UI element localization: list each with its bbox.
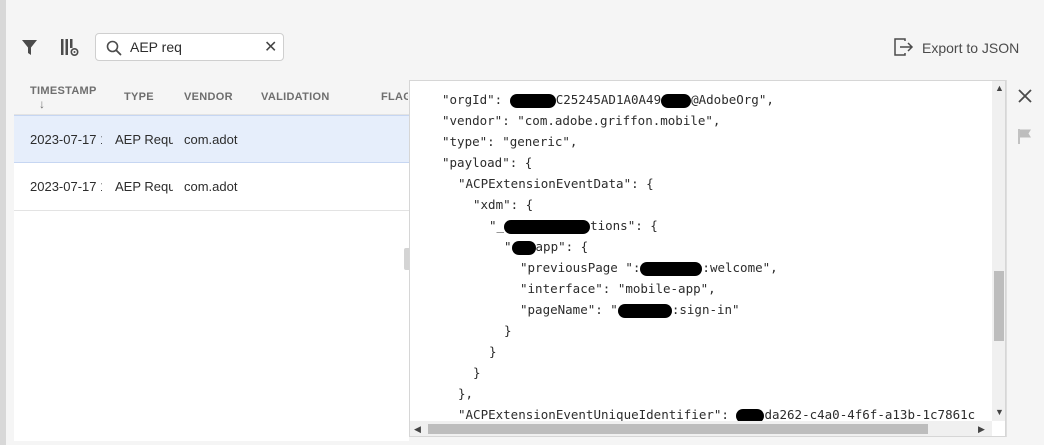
scroll-up-arrow-icon[interactable]: ▲ (995, 83, 1004, 93)
json-line: "ACPExtensionEventData": { (458, 176, 654, 191)
close-icon[interactable] (1017, 88, 1033, 109)
cell-vendor: com.adot (184, 132, 238, 147)
cell-type: AEP Requ (115, 132, 173, 147)
json-line: "interface": "mobile-app", (520, 281, 716, 296)
export-to-json-button[interactable]: Export to JSON (894, 37, 1020, 59)
cell-timestamp: 2023-07-17 1 (30, 179, 102, 194)
horizontal-scroll-thumb[interactable] (428, 424, 928, 434)
json-line: "vendor": "com.adobe.griffon.mobile", (442, 113, 721, 128)
json-line: "xdm": { (473, 197, 534, 212)
redacted-mark (509, 93, 556, 108)
column-settings-icon[interactable] (60, 38, 80, 62)
window-left-edge (0, 0, 6, 445)
vertical-scroll-thumb[interactable] (994, 271, 1004, 341)
filter-icon[interactable] (21, 39, 38, 61)
events-table: 2023-07-17 1 AEP Requ com.adot 2023-07-1… (14, 114, 409, 441)
table-row[interactable]: 2023-07-17 1 AEP Requ com.adot (14, 115, 409, 163)
sort-descending-icon: ↓ (39, 97, 46, 111)
column-header-timestamp[interactable]: TIMESTAMP (30, 85, 97, 97)
export-label: Export to JSON (922, 40, 1020, 56)
json-line: } (489, 344, 497, 359)
redacted-mark (504, 219, 591, 234)
search-input[interactable] (130, 37, 250, 57)
json-line: }, (458, 386, 474, 401)
search-field[interactable]: ✕ (95, 33, 284, 61)
json-line: "type": "generic", (442, 134, 578, 149)
column-header-vendor[interactable]: VENDOR (184, 91, 233, 103)
column-header-flag[interactable]: FLAG (381, 91, 408, 103)
scroll-down-arrow-icon[interactable]: ▼ (995, 407, 1004, 417)
export-icon (894, 37, 914, 59)
table-row[interactable]: 2023-07-17 1 AEP Requ com.adot (14, 163, 409, 211)
clear-search-icon[interactable]: ✕ (264, 37, 277, 57)
redacted-mark (640, 261, 703, 276)
json-viewer: "orgId": C25245AD1A0A49 @AdobeOrg", "vend… (410, 81, 990, 421)
cell-vendor: com.adot (184, 179, 238, 194)
search-icon (106, 40, 122, 61)
json-line: "payload": { (442, 155, 533, 170)
redacted-mark (617, 303, 672, 318)
redacted-mark (661, 93, 692, 108)
flag-icon[interactable] (1017, 128, 1033, 150)
json-line: } (504, 323, 512, 338)
scroll-right-arrow-icon[interactable]: ▶ (978, 424, 985, 435)
redacted-mark (511, 240, 536, 255)
horizontal-scrollbar[interactable]: ◀ ▶ (410, 421, 992, 436)
json-line: "orgId": C25245AD1A0A49 @AdobeOrg", (442, 92, 774, 108)
json-line: "_ tions": { (489, 218, 658, 234)
json-line: " app": { (504, 239, 589, 255)
json-line: "pageName": ":sign-in" (520, 302, 740, 318)
column-header-type[interactable]: TYPE (124, 91, 154, 103)
column-header-validation[interactable]: VALIDATION (261, 91, 330, 103)
scroll-left-arrow-icon[interactable]: ◀ (414, 424, 421, 435)
json-line: "ACPExtensionEventUniqueIdentifier": da2… (458, 407, 976, 421)
redacted-mark (736, 408, 765, 421)
json-line: "previousPage "::welcome", (520, 260, 778, 276)
detail-side-rail (1006, 80, 1044, 437)
json-line: } (473, 365, 481, 380)
cell-type: AEP Requ (115, 179, 173, 194)
event-detail-pane: "orgId": C25245AD1A0A49 @AdobeOrg", "vend… (409, 80, 1006, 437)
cell-timestamp: 2023-07-17 1 (30, 132, 102, 147)
vertical-scrollbar[interactable]: ▲ ▼ (992, 81, 1005, 421)
